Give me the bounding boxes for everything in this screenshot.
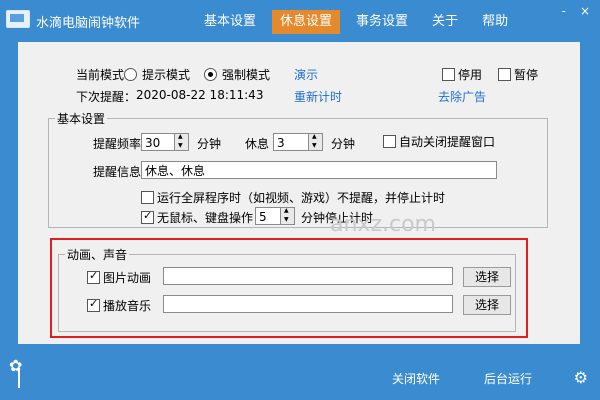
rest-label: 休息	[245, 137, 270, 151]
next-reminder-time: 2020-08-22 18:11:43	[136, 88, 264, 102]
reminder-frequency-stepper[interactable]	[175, 133, 189, 151]
animation-sound-group: 动画、声音 图片动画 选择 播放音乐 选择	[58, 246, 516, 332]
gear-icon[interactable]: ⚙	[574, 368, 588, 387]
select-image-button[interactable]: 选择	[463, 267, 511, 287]
close-software-button[interactable]: 关闭软件	[392, 370, 440, 387]
image-animation-label: 图片动画	[103, 271, 152, 285]
tab-affairs-settings[interactable]: 事务设置	[348, 10, 416, 34]
music-path[interactable]	[163, 295, 453, 313]
reminder-frequency-label: 提醒频率	[93, 137, 142, 151]
pause-checkbox[interactable]	[498, 68, 511, 81]
radio-force-mode[interactable]	[204, 68, 217, 81]
auto-close-checkbox[interactable]	[383, 135, 396, 148]
app-window: 水滴电脑闹钟软件 基本设置 休息设置 事务设置 关于 帮助 - × 当前模式： …	[0, 0, 600, 400]
auto-close-label: 自动关闭提醒窗口	[399, 135, 496, 149]
pause-label: 暂停	[514, 68, 539, 82]
titlebar: 水滴电脑闹钟软件 基本设置 休息设置 事务设置 关于 帮助 - ×	[0, 0, 600, 42]
basic-settings-title: 基本设置	[55, 110, 108, 127]
window-controls: - ×	[562, 4, 590, 18]
idle-minutes-input[interactable]: 5	[255, 207, 281, 225]
flower-icon	[6, 356, 32, 390]
image-animation-path[interactable]	[163, 267, 453, 285]
app-icon	[6, 10, 30, 28]
animation-sound-title: 动画、声音	[65, 246, 130, 263]
rest-stepper[interactable]	[309, 133, 323, 151]
fullscreen-label: 运行全屏程序时（如视频、游戏）不提醒，并停止计时	[157, 191, 446, 205]
remove-ads-link[interactable]: 去除广告	[438, 88, 486, 105]
reminder-frequency-unit: 分钟	[197, 137, 222, 151]
idle-checkbox[interactable]	[141, 209, 154, 224]
watermark: anxz.com	[330, 212, 436, 237]
radio-prompt-mode[interactable]	[124, 68, 137, 81]
basic-settings-group: 基本设置 提醒频率 30 分钟 休息 3 分钟 自动关闭提醒窗口 提醒信息 休息…	[48, 110, 548, 228]
tab-basic-settings[interactable]: 基本设置	[196, 10, 264, 34]
next-reminder-label: 下次提醒：	[76, 90, 137, 104]
close-button[interactable]: ×	[580, 4, 590, 18]
demo-link[interactable]: 演示	[294, 66, 318, 83]
reminder-info-input[interactable]: 休息、休息	[141, 161, 497, 179]
select-music-button[interactable]: 选择	[463, 295, 511, 315]
reminder-frequency-input[interactable]: 30	[141, 133, 175, 151]
play-music-label: 播放音乐	[103, 299, 152, 313]
fullscreen-checkbox[interactable]	[141, 191, 154, 204]
idle-minutes-stepper[interactable]	[281, 207, 295, 225]
play-music-checkbox[interactable]	[87, 297, 100, 312]
settings-panel: 当前模式： 提示模式 强制模式 演示 停用 暂停 下次提醒： 2020-08-2…	[18, 42, 580, 344]
top-nav: 基本设置 休息设置 事务设置 关于 帮助	[196, 10, 516, 34]
stop-checkbox[interactable]	[442, 68, 455, 81]
radio-force-mode-label: 强制模式	[222, 68, 271, 82]
tab-help[interactable]: 帮助	[474, 10, 516, 34]
reset-timer-link[interactable]: 重新计时	[294, 88, 342, 105]
tab-rest-settings[interactable]: 休息设置	[272, 10, 341, 34]
idle-label-prefix: 无鼠标、键盘操作	[157, 211, 254, 225]
app-title: 水滴电脑闹钟软件	[36, 16, 141, 31]
minimize-button[interactable]: -	[562, 4, 566, 18]
footer-bar: 关闭软件 后台运行 ⚙	[0, 344, 600, 400]
tab-about[interactable]: 关于	[424, 10, 466, 34]
stop-label: 停用	[458, 68, 483, 82]
radio-prompt-mode-label: 提示模式	[142, 68, 191, 82]
background-run-button[interactable]: 后台运行	[484, 370, 532, 387]
reminder-info-label: 提醒信息	[93, 165, 142, 179]
rest-unit: 分钟	[331, 137, 356, 151]
image-animation-checkbox[interactable]	[87, 269, 100, 284]
rest-input[interactable]: 3	[273, 133, 309, 151]
